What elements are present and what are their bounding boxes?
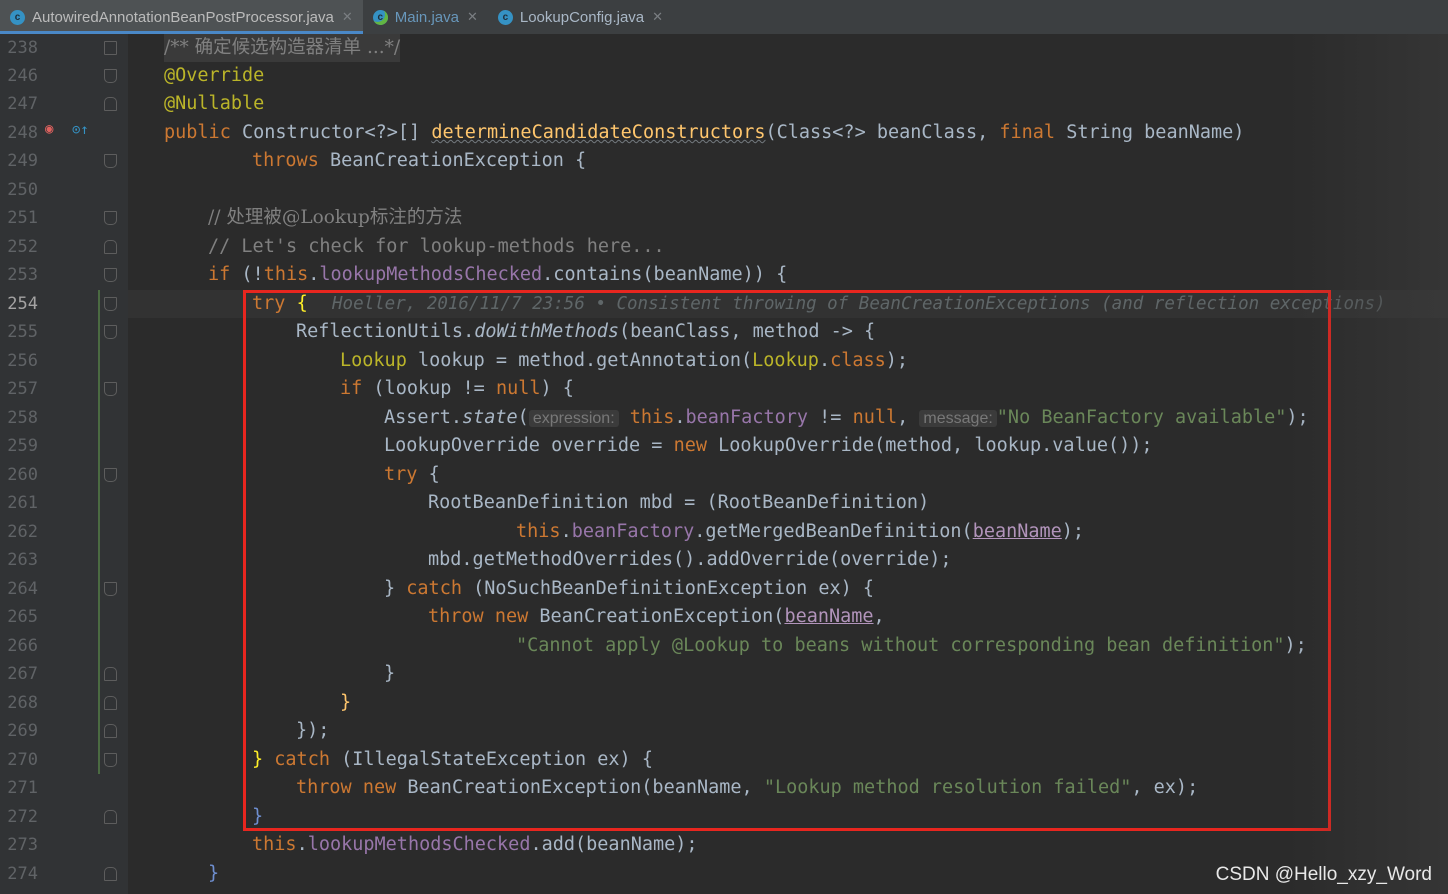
line-number: 261 <box>7 493 38 513</box>
fold-end-icon[interactable] <box>104 667 117 681</box>
line-number: 269 <box>7 721 38 741</box>
code-line[interactable]: 253 if (!this.lookupMethodsChecked.conta… <box>0 261 1448 289</box>
code-line[interactable]: 248 ◉ ⊙↑ public Constructor<?>[] determi… <box>0 119 1448 147</box>
code-line[interactable]: 250 <box>0 176 1448 204</box>
tab-main[interactable]: c Main.java ✕ <box>363 0 488 34</box>
line-number: 255 <box>7 322 38 342</box>
close-icon[interactable]: ✕ <box>467 9 478 25</box>
tab-label: LookupConfig.java <box>519 8 645 26</box>
fold-end-icon[interactable] <box>104 696 117 710</box>
line-number: 263 <box>7 550 38 570</box>
line-number: 274 <box>7 864 38 884</box>
code-line[interactable]: 247 @Nullable <box>0 90 1448 118</box>
line-number: 247 <box>7 94 38 114</box>
code-line[interactable]: 273 this.lookupMethodsChecked.add(beanNa… <box>0 831 1448 859</box>
fold-icon[interactable] <box>104 69 117 83</box>
fold-icon[interactable] <box>104 325 117 339</box>
folded-doc-comment[interactable]: /** 确定候选构造器清单 ...*/ <box>164 34 401 62</box>
line-number: 257 <box>7 379 38 399</box>
line-number: 268 <box>7 693 38 713</box>
fold-icon[interactable] <box>104 297 117 311</box>
line-number: 273 <box>7 835 38 855</box>
code-text: throws BeanCreationException { <box>252 150 587 171</box>
tab-autowired-annotation-bean-post-processor[interactable]: c AutowiredAnnotationBeanPostProcessor.j… <box>0 0 363 34</box>
line-number: 252 <box>7 237 38 257</box>
close-icon[interactable]: ✕ <box>342 9 353 25</box>
debug-breakpoint-icon[interactable]: ◉ <box>45 121 53 137</box>
run-class-icon: c <box>372 9 388 25</box>
fold-expand-icon[interactable] <box>104 41 117 55</box>
line-number: 265 <box>7 607 38 627</box>
watermark: CSDN @Hello_xzy_Word <box>1215 864 1432 885</box>
code-line[interactable]: 252 // Let's check for lookup-methods he… <box>0 233 1448 261</box>
tab-lookup-config[interactable]: c LookupConfig.java ✕ <box>488 0 673 34</box>
annotation-nullable: @Nullable <box>164 93 265 114</box>
line-number: 249 <box>7 151 38 171</box>
code-line[interactable]: 249 throws BeanCreationException { <box>0 147 1448 175</box>
line-number: 251 <box>7 208 38 228</box>
code-line[interactable]: 246 @Override <box>0 62 1448 90</box>
close-icon[interactable]: ✕ <box>652 9 663 25</box>
highlight-annotation-box <box>243 290 1331 831</box>
fold-icon[interactable] <box>104 753 117 767</box>
method-signature: public Constructor<?>[] determineCandida… <box>164 122 1245 143</box>
line-number: 262 <box>7 522 38 542</box>
line-number: 253 <box>7 265 38 285</box>
line-number: 254 <box>7 294 38 314</box>
fold-end-icon[interactable] <box>104 97 117 111</box>
line-number: 246 <box>7 66 38 86</box>
line-number: 250 <box>7 180 38 200</box>
comment: // 处理被@Lookup标注的方法 <box>208 207 463 228</box>
class-icon: c <box>497 9 513 25</box>
fold-icon[interactable] <box>104 211 117 225</box>
line-number: 272 <box>7 807 38 827</box>
annotation-override: @Override <box>164 65 265 86</box>
tab-label: AutowiredAnnotationBeanPostProcessor.jav… <box>32 8 334 26</box>
fold-icon[interactable] <box>104 154 117 168</box>
editor-tab-bar: c AutowiredAnnotationBeanPostProcessor.j… <box>0 0 1448 35</box>
comment: // Let's check for lookup-methods here..… <box>208 236 665 257</box>
fold-end-icon[interactable] <box>104 810 117 824</box>
fold-icon[interactable] <box>104 382 117 396</box>
fold-icon[interactable] <box>104 582 117 596</box>
code-text: this.lookupMethodsChecked.add(beanName); <box>252 834 698 855</box>
code-line[interactable]: 251 // 处理被@Lookup标注的方法 <box>0 204 1448 232</box>
line-number: 256 <box>7 351 38 371</box>
line-number: 260 <box>7 465 38 485</box>
fold-end-icon[interactable] <box>104 240 117 254</box>
fold-icon[interactable] <box>104 268 117 282</box>
override-method-icon[interactable]: ⊙↑ <box>72 122 89 138</box>
code-text: if (!this.lookupMethodsChecked.contains(… <box>208 264 788 285</box>
fold-end-icon[interactable] <box>104 724 117 738</box>
code-line[interactable]: 238 /** 确定候选构造器清单 ...*/ <box>0 34 1448 62</box>
line-number: 270 <box>7 750 38 770</box>
fold-end-icon[interactable] <box>104 867 117 881</box>
line-number: 267 <box>7 664 38 684</box>
line-number: 264 <box>7 579 38 599</box>
class-icon: c <box>10 9 25 25</box>
line-number: 258 <box>7 408 38 428</box>
tab-label: Main.java <box>394 8 459 26</box>
fold-icon[interactable] <box>104 468 117 482</box>
code-text: } <box>208 863 220 884</box>
line-number: 259 <box>7 436 38 456</box>
line-number: 271 <box>7 778 38 798</box>
line-number: 248 <box>7 123 38 143</box>
line-number: 266 <box>7 636 38 656</box>
line-number: 238 <box>7 38 38 58</box>
